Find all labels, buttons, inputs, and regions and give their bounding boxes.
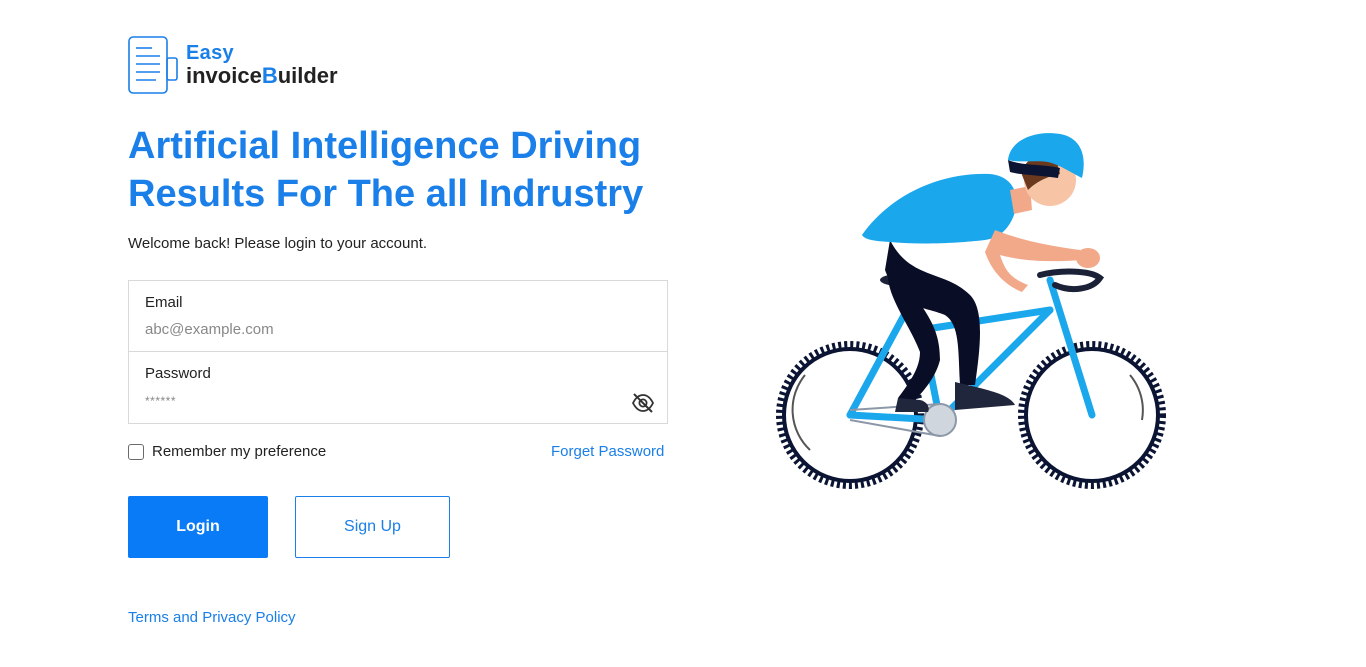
remember-preference[interactable]: Remember my preference	[128, 443, 326, 460]
brand-name-line2: invoiceBuilder	[186, 65, 338, 87]
login-button[interactable]: Login	[128, 496, 268, 558]
brand-name-highlight: B	[261, 63, 278, 88]
brand-name-line1: Easy	[186, 42, 234, 64]
terms-privacy-link[interactable]: Terms and Privacy Policy	[128, 609, 296, 626]
invoice-document-icon	[128, 36, 178, 94]
password-label: Password	[145, 365, 211, 382]
remember-label: Remember my preference	[152, 443, 327, 460]
password-input[interactable]: ******	[145, 394, 176, 408]
rider-torso	[862, 173, 1017, 244]
chainring	[923, 403, 957, 437]
brand-name-suffix: uilder	[277, 63, 338, 88]
rider-arm	[985, 230, 1082, 292]
signup-button[interactable]: Sign Up	[295, 496, 450, 558]
rider-hand	[1076, 248, 1100, 268]
email-field: Email	[128, 280, 668, 352]
brand-logo: Easy invoiceBuilder	[128, 36, 338, 94]
brand-name: Easy invoiceBuilder	[186, 43, 338, 87]
cyclist-illustration	[776, 133, 1166, 489]
welcome-text: Welcome back! Please login to your accou…	[128, 235, 428, 252]
rider-shoe	[955, 382, 1015, 410]
page-headline: Artificial Intelligence Driving Results …	[128, 125, 644, 215]
forget-password-link[interactable]: Forget Password	[551, 443, 664, 460]
email-label: Email	[145, 294, 183, 311]
eye-slash-icon[interactable]	[631, 392, 655, 414]
password-field: Password ******	[128, 352, 668, 424]
rider-shoe-back	[895, 398, 929, 412]
brand-name-prefix: invoice	[186, 63, 262, 88]
remember-checkbox[interactable]	[128, 443, 144, 460]
email-input[interactable]	[145, 321, 615, 338]
